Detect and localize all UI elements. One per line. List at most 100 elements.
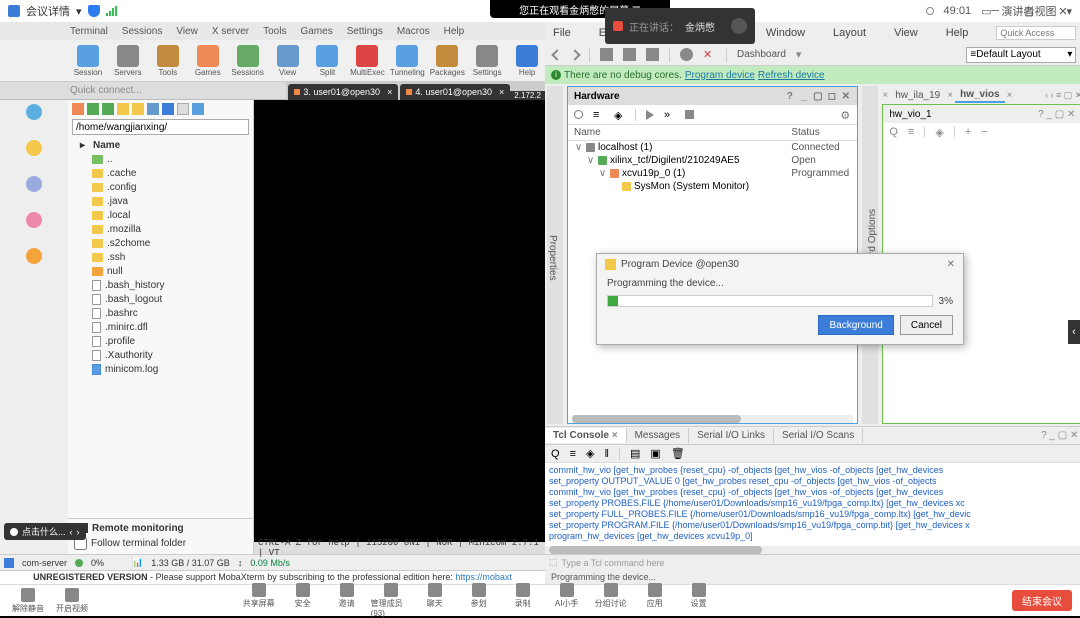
layout-select[interactable]: ≡ Default Layout▾ [966, 47, 1076, 63]
tool-tunneling[interactable]: Tunneling [389, 45, 425, 77]
menu-help[interactable]: Help [444, 26, 465, 37]
terminal-tab[interactable]: 3. user01@open30× [288, 84, 398, 100]
menu-view[interactable]: View [894, 27, 918, 39]
tool-servers[interactable]: Servers [110, 45, 146, 77]
user-icon[interactable] [26, 248, 42, 264]
search-icon[interactable] [574, 110, 583, 119]
tcl-tab-serial-i-o-scans[interactable]: Serial I/O Scans [774, 428, 863, 443]
menu-terminal[interactable]: Terminal [70, 26, 108, 37]
minimize-button[interactable]: ─ [978, 0, 1012, 22]
tree-item[interactable]: .mozilla [68, 222, 253, 236]
properties-tab[interactable]: Properties [547, 86, 563, 424]
tree-item[interactable]: null [68, 264, 253, 278]
tcl-input[interactable]: ⬚Type a Tcl command here [545, 554, 1080, 570]
menu-tools[interactable]: Tools [263, 26, 286, 37]
meeting-AI小手[interactable]: AI小手 [547, 583, 587, 618]
tool-games[interactable]: Games [190, 45, 226, 77]
refresh-device-link[interactable]: Refresh device [758, 70, 825, 81]
pause-icon[interactable]: ‖ [604, 448, 609, 460]
download-icon[interactable] [87, 103, 99, 115]
menu-view[interactable]: View [176, 26, 198, 37]
meeting-共享屏幕[interactable]: 共享屏幕 [239, 583, 279, 618]
tree-item[interactable]: .bash_history [68, 278, 253, 292]
menu-games[interactable]: Games [300, 26, 332, 37]
background-button[interactable]: Background [818, 315, 893, 335]
meeting-分组讨论[interactable]: 分组讨论 [591, 583, 631, 618]
meeting-录制[interactable]: 录制 [503, 583, 543, 618]
tree-item[interactable]: .config [68, 180, 253, 194]
hardware-tree-item[interactable]: ∨localhost (1)Connected [568, 141, 857, 154]
hardware-tree-item[interactable]: ∨xcvu19p_0 (1)Programmed [568, 167, 857, 180]
edit-icon[interactable] [147, 103, 159, 115]
path-input[interactable] [72, 119, 249, 135]
copy-icon[interactable] [600, 48, 613, 61]
trash-icon[interactable]: 🗑 [671, 447, 685, 460]
collapse-icon[interactable]: ≡ [570, 448, 576, 460]
scrollbar[interactable] [572, 415, 853, 423]
bar-icon[interactable] [192, 103, 204, 115]
meeting-聊天[interactable]: 聊天 [415, 583, 455, 618]
meeting-安全[interactable]: 安全 [283, 583, 323, 618]
hardware-tree-item[interactable]: ∨xilinx_tcf/Digilent/210249AE5Open [568, 154, 857, 167]
nav-expand[interactable]: ‹ [1068, 320, 1080, 344]
flag-icon[interactable] [162, 103, 174, 115]
close-icon[interactable]: ✕ [840, 91, 851, 102]
plus-icon[interactable]: + [965, 126, 971, 138]
cancel-icon[interactable]: ✕ [703, 48, 716, 61]
chevron-down-icon[interactable]: ▾ [76, 5, 82, 18]
home-icon[interactable] [132, 103, 144, 115]
tree-item[interactable]: .ssh [68, 250, 253, 264]
menu-macros[interactable]: Macros [397, 26, 430, 37]
tool-packages[interactable]: Packages [429, 45, 465, 77]
globe-icon[interactable] [26, 104, 42, 120]
step-icon[interactable]: » [664, 109, 675, 120]
step-icon[interactable] [117, 103, 129, 115]
stop-icon[interactable] [685, 110, 694, 119]
minus-icon[interactable]: − [981, 126, 987, 138]
scrollbar[interactable] [549, 546, 1080, 554]
dashboard-button[interactable]: Dashboard [737, 49, 786, 60]
tcl-tab-serial-i-o-links[interactable]: Serial I/O Links [689, 428, 774, 443]
pen-icon[interactable] [26, 212, 42, 228]
tree-item[interactable]: .local [68, 208, 253, 222]
star-icon[interactable] [26, 140, 42, 156]
tree-item[interactable]: .. [68, 152, 253, 166]
meeting-detail-label[interactable]: 会议详情 [26, 3, 70, 19]
maximize-icon[interactable]: ◻ [826, 91, 837, 102]
tool-sessions[interactable]: Sessions [230, 45, 266, 77]
tree-item[interactable]: .bash_logout [68, 292, 253, 306]
meeting-开启视频[interactable]: 开启视频 [52, 588, 92, 614]
gear-icon[interactable] [680, 48, 693, 61]
meeting-解除静音[interactable]: 解除静音 [8, 588, 48, 614]
collapse-icon[interactable]: ≡ [908, 126, 914, 138]
tree-item[interactable]: .minirc.dfl [68, 320, 253, 334]
clear-icon[interactable]: ▤ [630, 447, 640, 460]
quick-connect-bar[interactable]: Quick connect... 3. user01@open30×4. use… [0, 82, 545, 100]
close-icon[interactable]: ✕ [947, 259, 955, 270]
tree-item[interactable]: .s2chome [68, 236, 253, 250]
minimize-icon[interactable]: _ [798, 91, 809, 102]
file-icon[interactable] [177, 103, 189, 115]
tab-hw-vios[interactable]: hw_vios [955, 88, 1004, 103]
copy-icon[interactable]: ▣ [650, 447, 660, 460]
run-icon[interactable] [623, 48, 636, 61]
forward-icon[interactable] [569, 49, 580, 60]
quick-access-input[interactable] [996, 26, 1076, 40]
tool-view[interactable]: View [270, 45, 306, 77]
cancel-button[interactable]: Cancel [900, 315, 953, 335]
collapse-icon[interactable]: ≡ [593, 109, 604, 120]
tree-item[interactable]: .java [68, 194, 253, 208]
tcl-tab-tcl-console[interactable]: Tcl Console × [545, 428, 627, 443]
meeting-应用[interactable]: 应用 [635, 583, 675, 618]
meeting-邀请[interactable]: 邀请 [327, 583, 367, 618]
tree-item[interactable]: .bashrc [68, 306, 253, 320]
menu-help[interactable]: Help [946, 27, 969, 39]
terminal-tab[interactable]: 4. user01@open30× [400, 84, 510, 100]
menu-x server[interactable]: X server [212, 26, 249, 37]
meeting-参划[interactable]: 参划 [459, 583, 499, 618]
close-button[interactable]: ✕ [1046, 0, 1080, 22]
tree-item[interactable]: minicom.log [68, 362, 253, 376]
expand-icon[interactable]: ◈ [586, 447, 594, 460]
end-meeting-button[interactable]: 结束会议 [1012, 590, 1072, 611]
nav-hint[interactable]: 点击什么...‹› [4, 523, 86, 540]
